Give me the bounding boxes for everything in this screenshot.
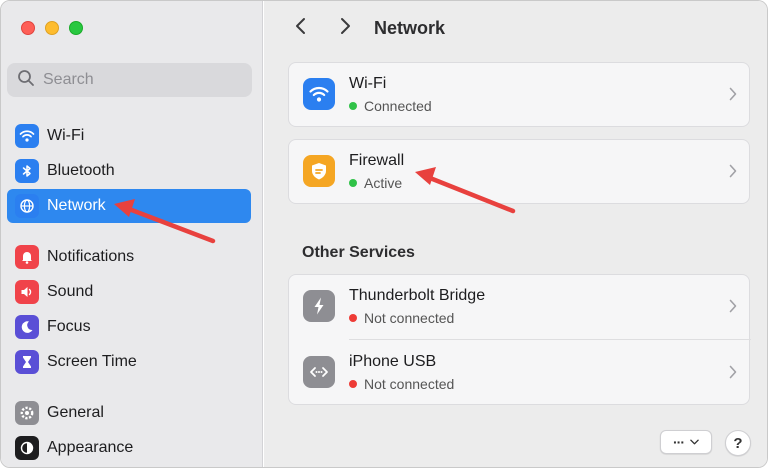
sidebar-item-label: Wi-Fi <box>47 127 85 144</box>
wifi-icon <box>303 78 335 110</box>
service-status: Active <box>349 175 402 191</box>
service-title: Thunderbolt Bridge <box>349 287 486 304</box>
speaker-icon <box>15 280 39 304</box>
service-status: Not connected <box>349 310 454 326</box>
service-status: Not connected <box>349 376 454 392</box>
row-divider <box>349 339 751 340</box>
status-dot <box>349 314 357 322</box>
sidebar-item-label: Notifications <box>47 248 135 265</box>
bluetooth-icon <box>15 159 39 183</box>
chevron-left-icon <box>294 16 308 41</box>
zoom-window-button[interactable] <box>69 21 83 35</box>
status-text: Not connected <box>364 376 455 392</box>
sidebar-item-focus[interactable]: Focus <box>7 310 251 344</box>
chevron-down-icon <box>690 439 699 445</box>
status-text: Active <box>364 175 403 191</box>
sidebar-item-appearance[interactable]: Appearance <box>7 431 251 465</box>
sidebar-item-notifications[interactable]: Notifications <box>7 240 251 274</box>
status-dot <box>349 179 357 187</box>
service-status: Connected <box>349 98 432 114</box>
status-dot <box>349 102 357 110</box>
back-button[interactable] <box>288 15 314 41</box>
chevron-right-icon <box>729 87 737 101</box>
sidebar-item-sound[interactable]: Sound <box>7 275 251 309</box>
firewall-card[interactable]: Firewall Active <box>288 139 750 204</box>
globe-icon <box>15 194 39 218</box>
service-title: Firewall <box>349 152 405 169</box>
wifi-icon <box>15 124 39 148</box>
moon-icon <box>15 315 39 339</box>
sidebar-item-label: Sound <box>47 283 94 300</box>
status-text: Not connected <box>364 310 455 326</box>
sidebar-item-label: Appearance <box>47 439 134 456</box>
service-row-wifi[interactable]: Wi-Fi Connected <box>289 63 751 127</box>
chevron-right-icon <box>729 365 737 379</box>
more-actions-button[interactable]: ··· <box>660 430 712 454</box>
usb-icon <box>303 356 335 388</box>
service-row-firewall[interactable]: Firewall Active <box>289 140 751 204</box>
sidebar-item-label: Focus <box>47 318 91 335</box>
chevron-right-icon <box>338 16 352 41</box>
sidebar-item-label: Screen Time <box>47 353 137 370</box>
search-icon <box>17 69 35 92</box>
settings-window: Wi-Fi Bluetooth Network Notifications So <box>0 0 768 468</box>
thunderbolt-icon <box>303 290 335 322</box>
sidebar: Wi-Fi Bluetooth Network Notifications So <box>1 1 263 467</box>
sidebar-item-label: Network <box>47 197 106 214</box>
sidebar-item-screen-time[interactable]: Screen Time <box>7 345 251 379</box>
chevron-right-icon <box>729 164 737 178</box>
sidebar-item-network[interactable]: Network <box>7 189 251 223</box>
hourglass-icon <box>15 350 39 374</box>
sidebar-item-wifi[interactable]: Wi-Fi <box>7 119 251 153</box>
page-title: Network <box>374 18 446 38</box>
gear-icon <box>15 401 39 425</box>
search-field[interactable] <box>7 63 252 97</box>
service-title: Wi-Fi <box>349 75 387 92</box>
other-services-card: Thunderbolt Bridge Not connected iPhone … <box>288 274 751 405</box>
minimize-window-button[interactable] <box>45 21 59 35</box>
search-input[interactable] <box>43 71 243 89</box>
bell-icon <box>15 245 39 269</box>
more-label: ··· <box>673 434 685 450</box>
wifi-service-card[interactable]: Wi-Fi Connected <box>288 62 750 127</box>
appearance-icon <box>15 436 39 460</box>
service-row-thunderbolt-bridge[interactable]: Thunderbolt Bridge Not connected <box>289 275 751 340</box>
status-dot <box>349 380 357 388</box>
main-pane: Network Wi-Fi Connected Firewall Active … <box>264 1 767 467</box>
section-heading: Other Services <box>302 244 415 261</box>
sidebar-item-bluetooth[interactable]: Bluetooth <box>7 154 251 188</box>
forward-button[interactable] <box>332 15 358 41</box>
chevron-right-icon <box>729 299 737 313</box>
status-text: Connected <box>364 98 432 114</box>
close-window-button[interactable] <box>21 21 35 35</box>
shield-icon <box>303 155 335 187</box>
sidebar-item-label: General <box>47 404 104 421</box>
sidebar-item-general[interactable]: General <box>7 396 251 430</box>
service-title: iPhone USB <box>349 353 437 370</box>
sidebar-item-label: Bluetooth <box>47 162 115 179</box>
help-button[interactable]: ? <box>725 430 751 456</box>
service-row-iphone-usb[interactable]: iPhone USB Not connected <box>289 341 751 405</box>
